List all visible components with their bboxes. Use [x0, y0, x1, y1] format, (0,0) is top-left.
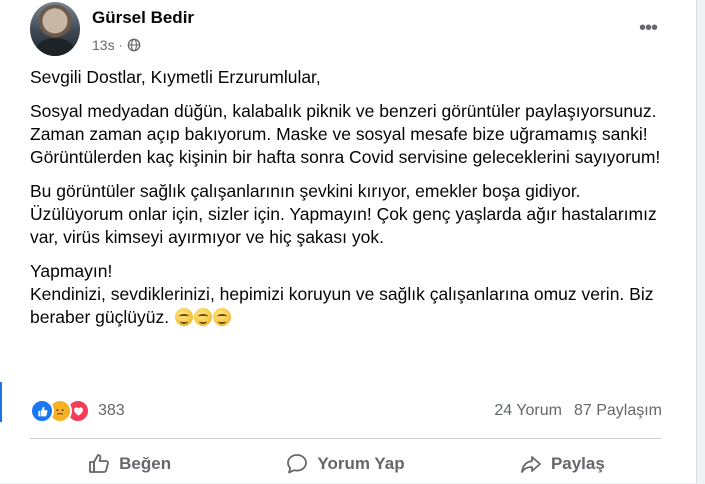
thumbs-up-icon	[89, 454, 109, 473]
author-name[interactable]: Gürsel Bedir	[92, 8, 194, 28]
share-button[interactable]: Paylaş	[507, 446, 617, 482]
divider	[30, 438, 662, 439]
closing-line-2: Kendinizi, sevdiklerinizi, hepimizi koru…	[30, 284, 654, 327]
post-meta: 13s ·	[92, 37, 141, 53]
post-paragraph: Bu görüntüler sağlık çalışanlarının şevk…	[30, 181, 657, 247]
share-label: Paylaş	[550, 454, 605, 473]
like-label: Beğen	[119, 454, 172, 473]
smile-emoji-icon	[175, 308, 193, 326]
comment-button[interactable]: Yorum Yap	[273, 446, 416, 482]
post-body: Sevgili Dostlar, Kıymetli Erzurumlular, …	[30, 66, 670, 329]
more-options-icon[interactable]: •••	[636, 16, 660, 40]
share-count[interactable]: 87 Paylaşım	[574, 402, 662, 420]
comment-count[interactable]: 24 Yorum	[494, 402, 562, 420]
like-reaction-icon	[30, 399, 54, 423]
smile-emoji-icon	[194, 308, 212, 326]
reaction-count[interactable]: 383	[98, 402, 125, 420]
share-arrow-icon	[521, 456, 541, 473]
like-button[interactable]: Beğen	[75, 446, 183, 482]
post-closing: Yapmayın! Kendinizi, sevdiklerinizi, hep…	[30, 260, 670, 329]
post-stats: 383 24 Yorum 87 Paylaşım	[30, 397, 662, 425]
comment-icon	[287, 454, 308, 474]
comment-label: Yorum Yap	[317, 454, 405, 473]
post-actions: Beğen Yorum Yap Paylaş	[30, 444, 662, 484]
post-card: Gürsel Bedir 13s · ••• Sevgili Dostlar, …	[0, 0, 697, 483]
post-header: Gürsel Bedir 13s · •••	[30, 2, 690, 58]
avatar[interactable]	[30, 2, 80, 56]
post-time[interactable]: 13s	[92, 37, 115, 53]
closing-line-1: Yapmayın!	[30, 261, 113, 281]
post-paragraph: Sevgili Dostlar, Kıymetli Erzurumlular,	[30, 67, 321, 87]
globe-icon[interactable]	[127, 38, 141, 52]
focus-accent	[0, 382, 2, 422]
smile-emoji-icon	[213, 308, 231, 326]
engagement-counts: 24 Yorum 87 Paylaşım	[494, 402, 662, 420]
meta-separator: ·	[118, 38, 123, 52]
post-paragraph: Sosyal medyadan düğün, kalabalık piknik …	[30, 101, 661, 167]
reaction-icons[interactable]	[30, 399, 90, 423]
